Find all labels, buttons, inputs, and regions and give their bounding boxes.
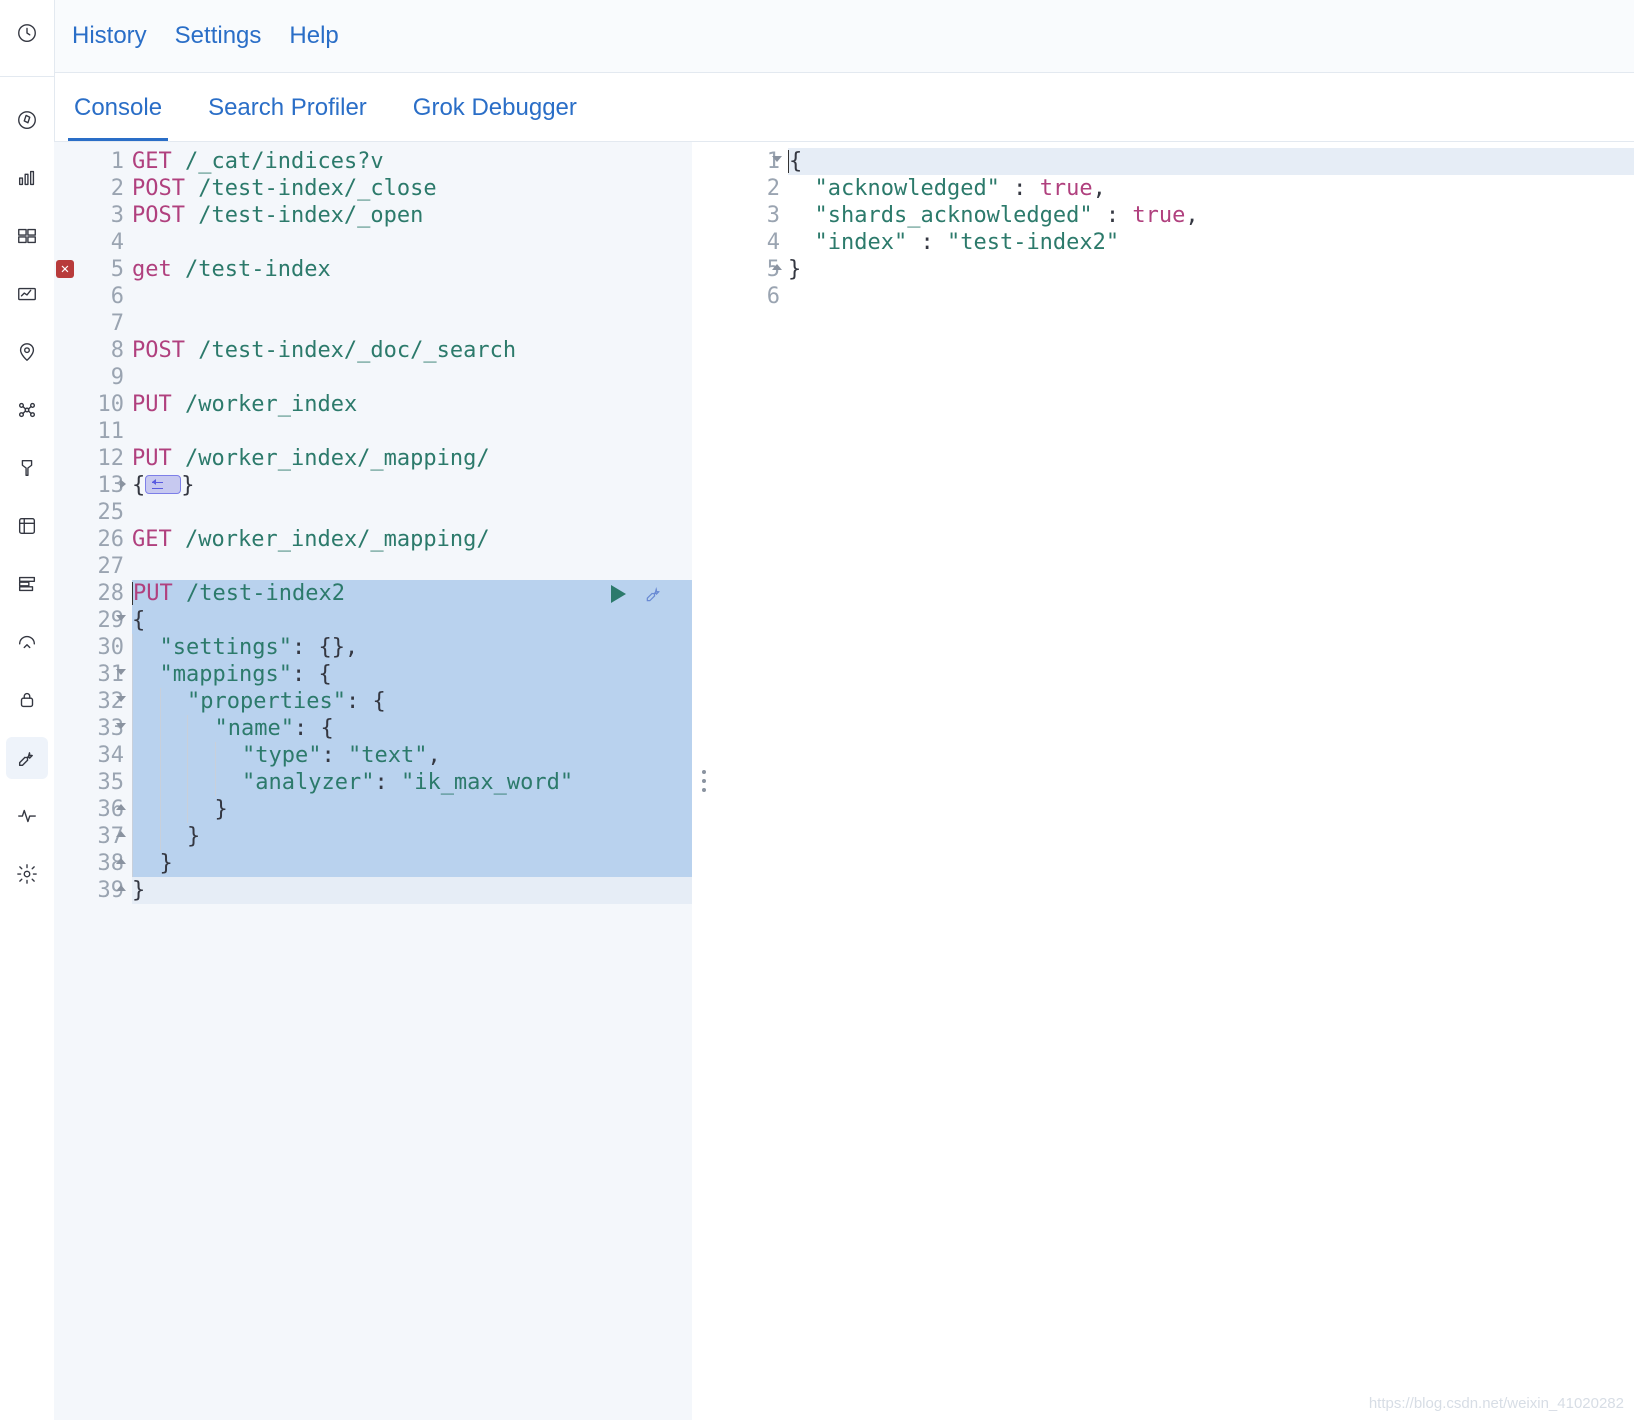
topbar-link-help[interactable]: Help — [289, 22, 338, 50]
code-line[interactable] — [132, 229, 692, 256]
code-line: { — [788, 148, 1634, 175]
code-line[interactable]: } — [132, 796, 692, 823]
rail-separator — [0, 76, 54, 77]
code-line[interactable]: "mappings": { — [132, 661, 692, 688]
editors-row: 1234✕56789101112132526272829303132333435… — [54, 142, 1634, 1420]
code-line: "shards_acknowledged" : true, — [788, 202, 1634, 229]
metrics-icon[interactable] — [6, 505, 48, 547]
code-line[interactable]: "name": { — [132, 715, 692, 742]
code-line[interactable]: "analyzer": "ik_max_word" — [132, 769, 692, 796]
main-area: History Settings Help Console Search Pro… — [54, 0, 1634, 1420]
run-request-button[interactable] — [611, 585, 626, 603]
code-line[interactable] — [132, 418, 692, 445]
left-nav-rail — [0, 0, 55, 1420]
request-options-icon[interactable] — [644, 584, 664, 604]
topbar-link-settings[interactable]: Settings — [175, 22, 262, 50]
watermark-text: https://blog.csdn.net/weixin_41020282 — [1369, 1395, 1624, 1412]
request-gutter: 1234✕56789101112132526272829303132333435… — [54, 142, 134, 1420]
code-line[interactable]: PUT /test-index2 — [132, 580, 692, 607]
code-line[interactable] — [132, 310, 692, 337]
topbar-link-history[interactable]: History — [72, 22, 147, 50]
clock-icon[interactable] — [6, 12, 48, 54]
code-line[interactable]: PUT /worker_index/_mapping/ — [132, 445, 692, 472]
apm-icon[interactable] — [6, 563, 48, 605]
error-badge-icon: ✕ — [56, 260, 74, 278]
visualize-icon[interactable] — [6, 273, 48, 315]
code-line[interactable] — [132, 364, 692, 391]
code-line[interactable]: POST /test-index/_close — [132, 175, 692, 202]
uptime-icon[interactable] — [6, 621, 48, 663]
response-gutter: 123456 — [716, 142, 790, 1420]
code-line[interactable]: "properties": { — [132, 688, 692, 715]
code-line: "acknowledged" : true, — [788, 175, 1634, 202]
tab-bar: Console Search Profiler Grok Debugger — [54, 73, 1634, 142]
code-line[interactable] — [132, 553, 692, 580]
top-bar: History Settings Help — [54, 0, 1634, 73]
request-code[interactable]: GET /_cat/indices?vPOST /test-index/_clo… — [124, 142, 692, 910]
ml-icon[interactable] — [6, 447, 48, 489]
panels-icon[interactable] — [6, 215, 48, 257]
management-icon[interactable] — [6, 853, 48, 895]
code-line[interactable]: "type": "text", — [132, 742, 692, 769]
code-line[interactable] — [132, 499, 692, 526]
code-line[interactable]: {} — [132, 472, 692, 499]
compass-icon[interactable] — [6, 99, 48, 141]
code-line[interactable]: GET /worker_index/_mapping/ — [132, 526, 692, 553]
code-line: "index" : "test-index2" — [788, 229, 1634, 256]
code-line[interactable]: get /test-index — [132, 256, 692, 283]
monitoring-icon[interactable] — [6, 795, 48, 837]
code-line[interactable]: "settings": {}, — [132, 634, 692, 661]
code-line[interactable]: POST /test-index/_doc/_search — [132, 337, 692, 364]
code-line[interactable]: POST /test-index/_open — [132, 202, 692, 229]
dashboard-icon[interactable] — [6, 157, 48, 199]
response-code: { "acknowledged" : true, "shards_acknowl… — [780, 142, 1634, 316]
code-line[interactable]: } — [132, 823, 692, 850]
editor-splitter[interactable] — [692, 142, 716, 1420]
code-line[interactable]: { — [132, 607, 692, 634]
request-editor[interactable]: 1234✕56789101112132526272829303132333435… — [54, 142, 692, 1420]
devtools-icon[interactable] — [6, 737, 48, 779]
code-line[interactable] — [132, 283, 692, 310]
graph-icon[interactable] — [6, 389, 48, 431]
folded-region-icon[interactable] — [145, 475, 181, 494]
response-editor[interactable]: 123456 { "acknowledged" : true, "shards_… — [716, 142, 1634, 1420]
code-line — [788, 283, 1634, 310]
code-line[interactable]: PUT /worker_index — [132, 391, 692, 418]
map-pin-icon[interactable] — [6, 331, 48, 373]
code-line[interactable]: GET /_cat/indices?v — [132, 148, 692, 175]
code-line: } — [788, 256, 1634, 283]
siem-icon[interactable] — [6, 679, 48, 721]
tab-console[interactable]: Console — [68, 94, 168, 141]
tab-grok-debugger[interactable]: Grok Debugger — [407, 94, 583, 141]
code-line[interactable]: } — [132, 850, 692, 877]
code-line[interactable]: } — [132, 877, 692, 904]
tab-search-profiler[interactable]: Search Profiler — [202, 94, 373, 141]
